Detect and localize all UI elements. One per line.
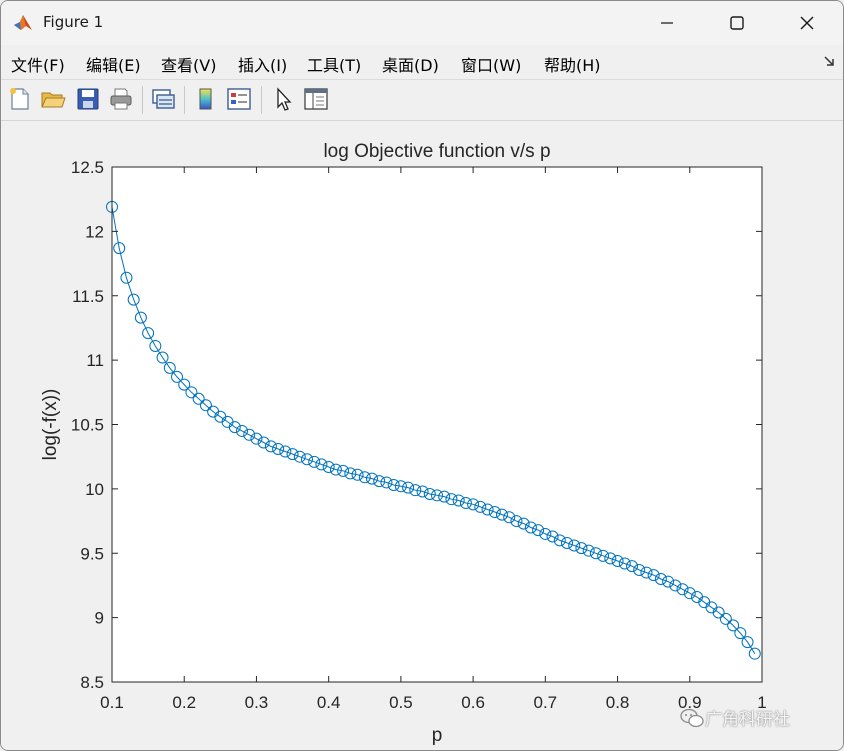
y-tick-label: 12.5 bbox=[71, 158, 104, 177]
property-inspector-icon[interactable] bbox=[303, 86, 329, 112]
x-tick-label: 0.5 bbox=[389, 693, 413, 712]
y-tick-label: 10 bbox=[85, 480, 104, 499]
legend-icon[interactable] bbox=[226, 86, 252, 112]
axes-background bbox=[112, 167, 762, 682]
menu-insert[interactable]: 插入(I) bbox=[238, 52, 287, 76]
link-plot-icon[interactable] bbox=[150, 86, 176, 112]
menu-help[interactable]: 帮助(H) bbox=[544, 52, 601, 76]
y-tick-label: 12 bbox=[85, 222, 104, 241]
y-tick-label: 11.5 bbox=[72, 287, 104, 306]
colorbar-icon[interactable] bbox=[193, 86, 219, 112]
menu-view[interactable]: 查看(V) bbox=[161, 52, 216, 76]
close-button[interactable] bbox=[779, 1, 835, 45]
y-tick-label: 8.5 bbox=[80, 673, 104, 692]
matlab-logo-icon bbox=[14, 15, 32, 30]
minimize-button[interactable] bbox=[639, 1, 695, 45]
window-title: Figure 1 bbox=[43, 13, 104, 31]
title-bar[interactable]: Figure 1 bbox=[1, 1, 843, 45]
x-tick-label: 0.1 bbox=[100, 693, 124, 712]
wechat-logo-icon bbox=[680, 708, 704, 727]
watermark-text: 广角科研社 bbox=[705, 710, 790, 730]
figure-window: Figure 1 文件(F) 编辑(E) 查看(V) 插入(I) 工具(T) 桌… bbox=[0, 0, 844, 751]
print-icon[interactable] bbox=[108, 86, 134, 112]
x-tick-label: 0.2 bbox=[172, 693, 196, 712]
x-tick-label: 0.6 bbox=[461, 693, 485, 712]
open-file-icon[interactable] bbox=[40, 86, 66, 112]
x-axis-label: p bbox=[432, 725, 443, 746]
new-figure-icon[interactable] bbox=[7, 86, 33, 112]
toolbar-separator bbox=[261, 86, 262, 114]
pointer-icon[interactable] bbox=[271, 86, 297, 112]
close-icon bbox=[800, 16, 814, 30]
minimize-icon bbox=[661, 22, 673, 24]
maximize-icon bbox=[730, 16, 744, 30]
y-tick-label: 10.5 bbox=[71, 416, 104, 435]
toolbar bbox=[1, 79, 843, 121]
x-tick-label: 0.3 bbox=[245, 693, 269, 712]
x-tick-label: 0.4 bbox=[317, 693, 341, 712]
line-chart[interactable]: 0.1 0.2 0.3 0.4 0.5 0.6 0.7 0.8 0.9 18.599.51010.… bbox=[1, 121, 843, 750]
y-tick-label: 11 bbox=[86, 351, 104, 370]
menu-desktop[interactable]: 桌面(D) bbox=[382, 52, 439, 76]
watermark: 广角科研社 bbox=[679, 705, 790, 730]
menu-bar: 文件(F) 编辑(E) 查看(V) 插入(I) 工具(T) 桌面(D) 窗口(W… bbox=[1, 47, 843, 77]
maximize-button[interactable] bbox=[709, 1, 765, 45]
chart-title: log Objective function v/s p bbox=[323, 141, 550, 162]
menu-file[interactable]: 文件(F) bbox=[11, 52, 65, 76]
save-icon[interactable] bbox=[75, 86, 101, 112]
toolbar-separator bbox=[142, 86, 143, 114]
menu-window[interactable]: 窗口(W) bbox=[461, 52, 521, 76]
y-axis-label: log(-f(x)) bbox=[40, 389, 61, 461]
toolbar-separator bbox=[184, 86, 185, 114]
x-tick-label: 0.7 bbox=[534, 693, 558, 712]
x-tick-label: 0.8 bbox=[606, 693, 630, 712]
menu-tools[interactable]: 工具(T) bbox=[307, 52, 361, 76]
y-tick-label: 9.5 bbox=[80, 544, 104, 563]
dock-arrow-icon[interactable] bbox=[823, 55, 835, 67]
menu-edit[interactable]: 编辑(E) bbox=[86, 52, 141, 76]
y-tick-label: 9 bbox=[95, 609, 104, 628]
figure-canvas: 0.1 0.2 0.3 0.4 0.5 0.6 0.7 0.8 0.9 1 8.5 9 9.5 10 10.… bbox=[1, 121, 843, 750]
